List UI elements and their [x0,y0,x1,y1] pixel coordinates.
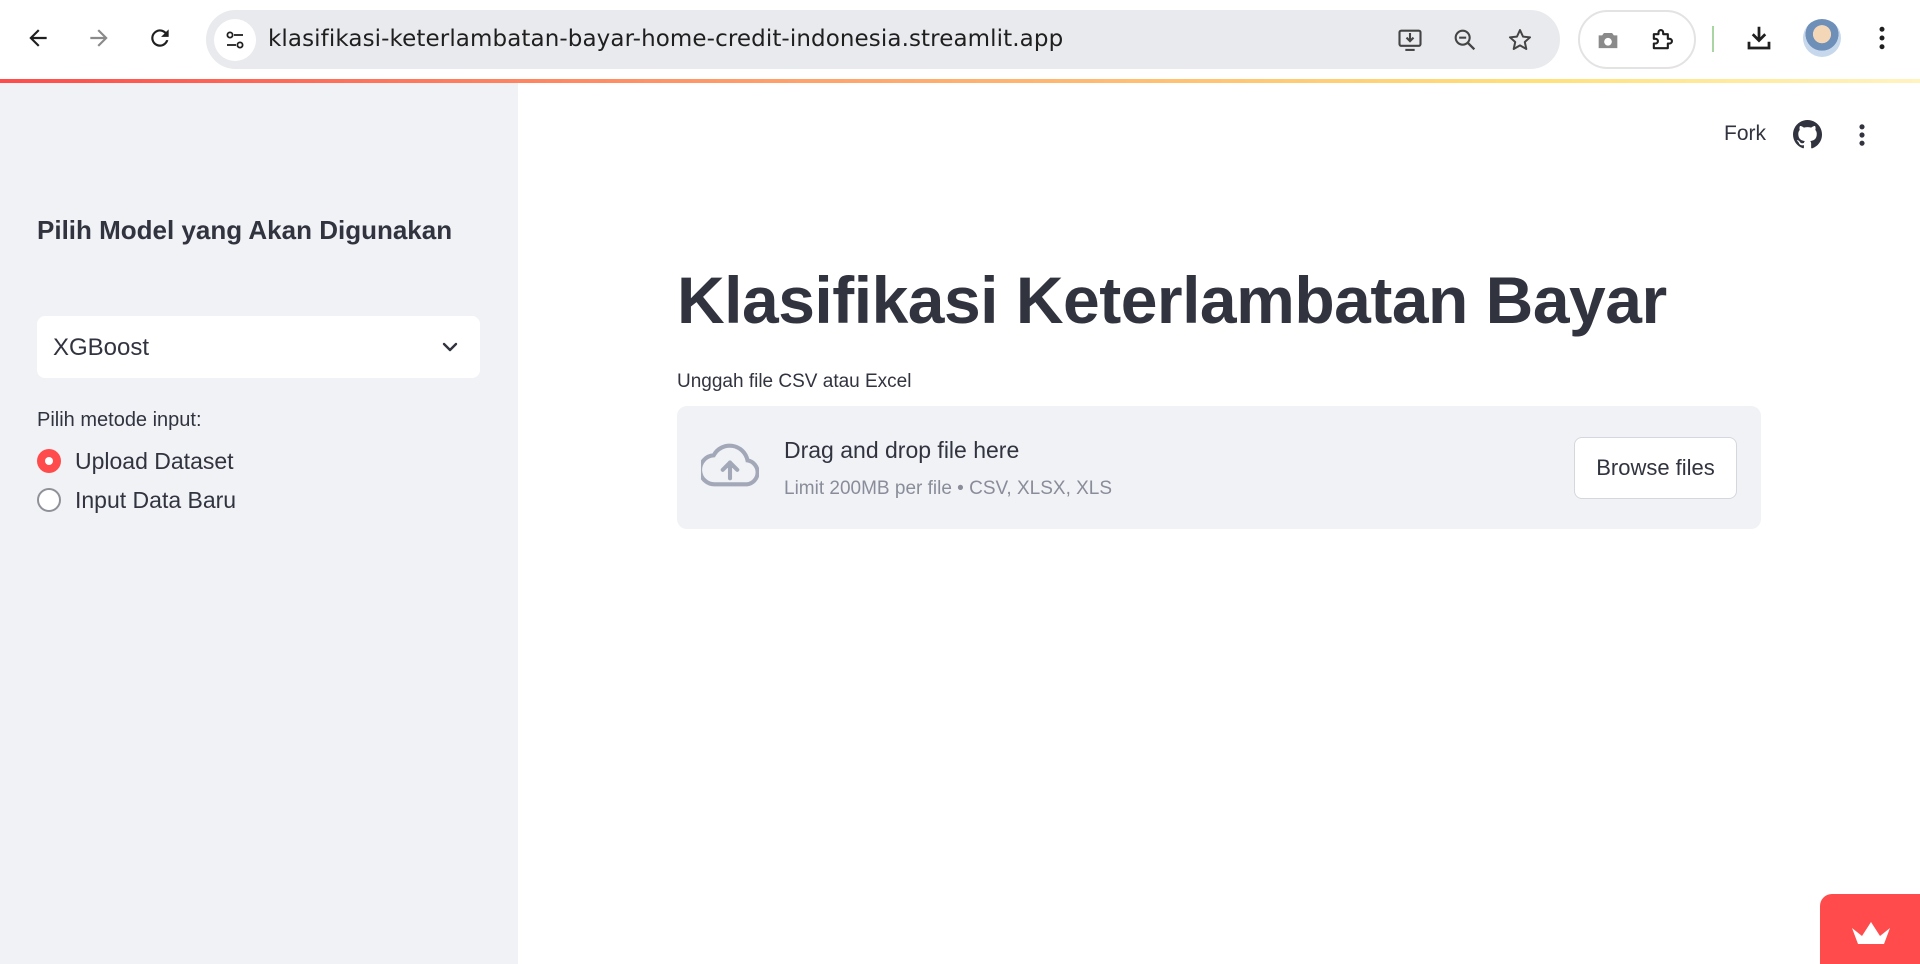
radio-input-data-baru[interactable]: Input Data Baru [37,484,236,516]
github-icon[interactable] [1793,120,1822,149]
uploader-label: Unggah file CSV atau Excel [677,371,912,392]
radio-option-label: Input Data Baru [75,486,237,513]
browse-files-button[interactable]: Browse files [1574,437,1737,499]
input-method-label: Pilih metode input: [37,409,202,431]
extensions-button[interactable] [1646,24,1678,56]
browser-toolbar: klasifikasi-keterlambatan-bayar-home-cre… [0,0,1920,79]
zoom-button[interactable] [1449,24,1481,56]
downloads-button[interactable] [1739,18,1779,58]
arrow-right-icon [90,29,108,47]
file-dropzone[interactable]: Drag and drop file here Limit 200MB per … [677,406,1761,529]
profile-avatar[interactable] [1803,19,1841,57]
extensions-group [1578,10,1696,69]
streamlit-crown-icon [1852,922,1890,944]
radio-selected-indicator[interactable] [37,449,61,473]
url-text[interactable]: klasifikasi-keterlambatan-bayar-home-cre… [268,26,1063,52]
site-info-button[interactable] [214,19,256,61]
tune-icon [226,31,244,49]
streamlit-badge[interactable] [1820,894,1920,964]
address-bar[interactable]: klasifikasi-keterlambatan-bayar-home-cre… [206,10,1560,69]
arrow-left-icon [29,29,47,47]
screenshot-extension-button[interactable] [1592,24,1624,56]
sidebar: Pilih Model yang Akan Digunakan XGBoost … [0,83,518,964]
camera-icon [1598,33,1618,49]
cloud-upload-icon [701,443,759,487]
fork-button[interactable]: Fork [1724,122,1766,146]
install-desktop-icon [1398,29,1422,51]
radio-unselected-indicator[interactable] [37,488,61,512]
model-select[interactable]: XGBoost [37,316,480,378]
back-button[interactable] [18,18,58,58]
star-icon [1508,29,1532,50]
toolbar-divider [1712,26,1714,52]
radio-option-label: Upload Dataset [75,447,234,474]
page-title: Klasifikasi Keterlambatan Bayar [677,263,1667,337]
download-icon [1747,26,1771,50]
dropzone-title: Drag and drop file here [784,437,1020,463]
install-app-button[interactable] [1394,24,1426,56]
chevron-down-icon [442,342,458,352]
bookmark-button[interactable] [1504,24,1536,56]
dropzone-limit-text: Limit 200MB per file • CSV, XLSX, XLS [784,478,1113,499]
zoom-out-icon [1454,29,1476,51]
app-menu-icon[interactable] [1848,120,1876,150]
reload-icon [151,29,169,47]
browser-menu-button[interactable] [1862,18,1902,58]
more-vertical-icon [1879,26,1885,50]
model-select-value: XGBoost [53,334,150,361]
radio-upload-dataset[interactable]: Upload Dataset [37,445,234,477]
forward-button[interactable] [79,18,119,58]
model-heading: Pilih Model yang Akan Digunakan [37,215,453,245]
reload-button[interactable] [140,18,180,58]
puzzle-icon [1652,29,1673,50]
